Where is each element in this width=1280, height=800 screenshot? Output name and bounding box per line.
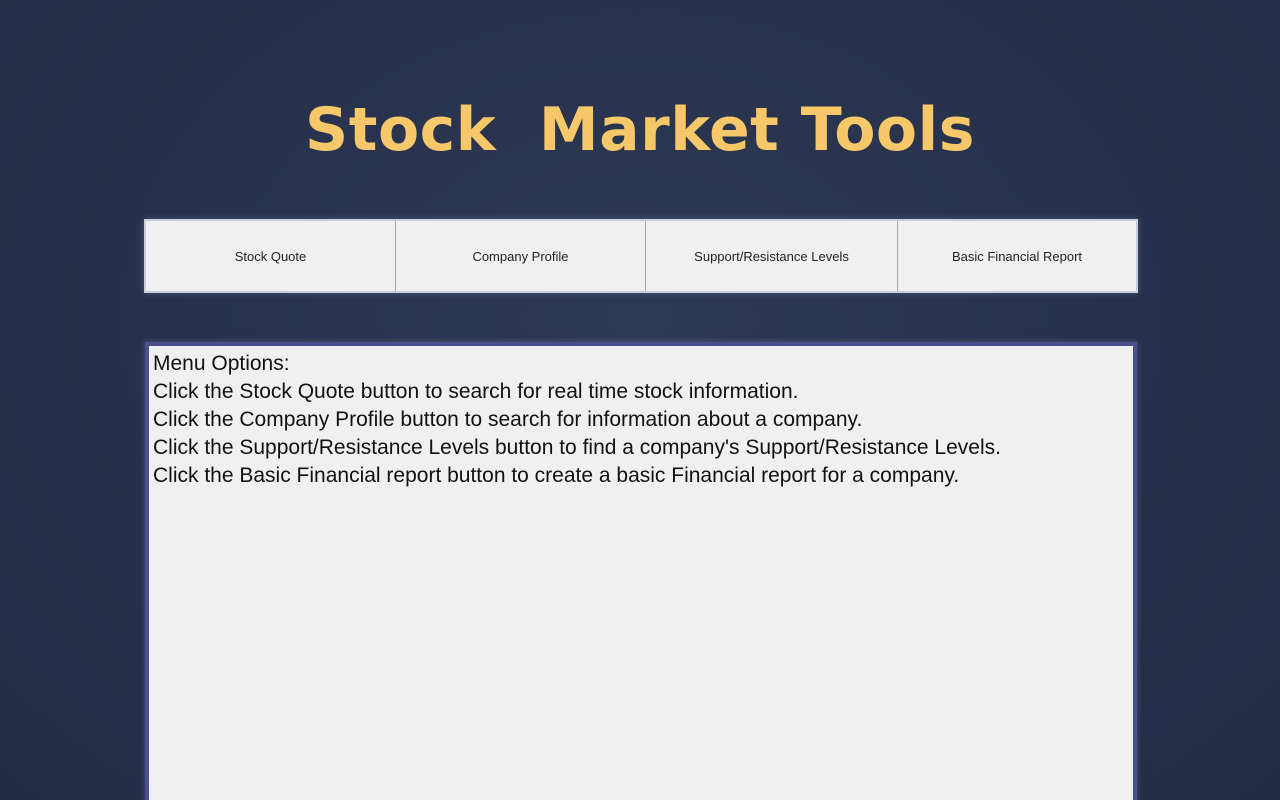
output-text-area[interactable]: Menu Options: Click the Stock Quote butt… bbox=[145, 342, 1137, 800]
output-line: Click the Stock Quote button to search f… bbox=[153, 380, 799, 403]
output-line: Click the Company Profile button to sear… bbox=[153, 408, 863, 431]
app-window: Stock Market Tools Stock Quote Company P… bbox=[0, 0, 1280, 800]
output-line: Click the Support/Resistance Levels butt… bbox=[153, 436, 1001, 459]
support-resistance-levels-button[interactable]: Support/Resistance Levels bbox=[646, 221, 898, 291]
output-line: Click the Basic Financial report button … bbox=[153, 464, 960, 487]
stock-quote-button[interactable]: Stock Quote bbox=[146, 221, 396, 291]
menu-options-heading: Menu Options: bbox=[153, 352, 290, 375]
basic-financial-report-button[interactable]: Basic Financial Report bbox=[898, 221, 1136, 291]
tool-menu-bar: Stock Quote Company Profile Support/Resi… bbox=[144, 219, 1138, 293]
company-profile-button[interactable]: Company Profile bbox=[396, 221, 646, 291]
page-title: Stock Market Tools bbox=[305, 95, 975, 165]
